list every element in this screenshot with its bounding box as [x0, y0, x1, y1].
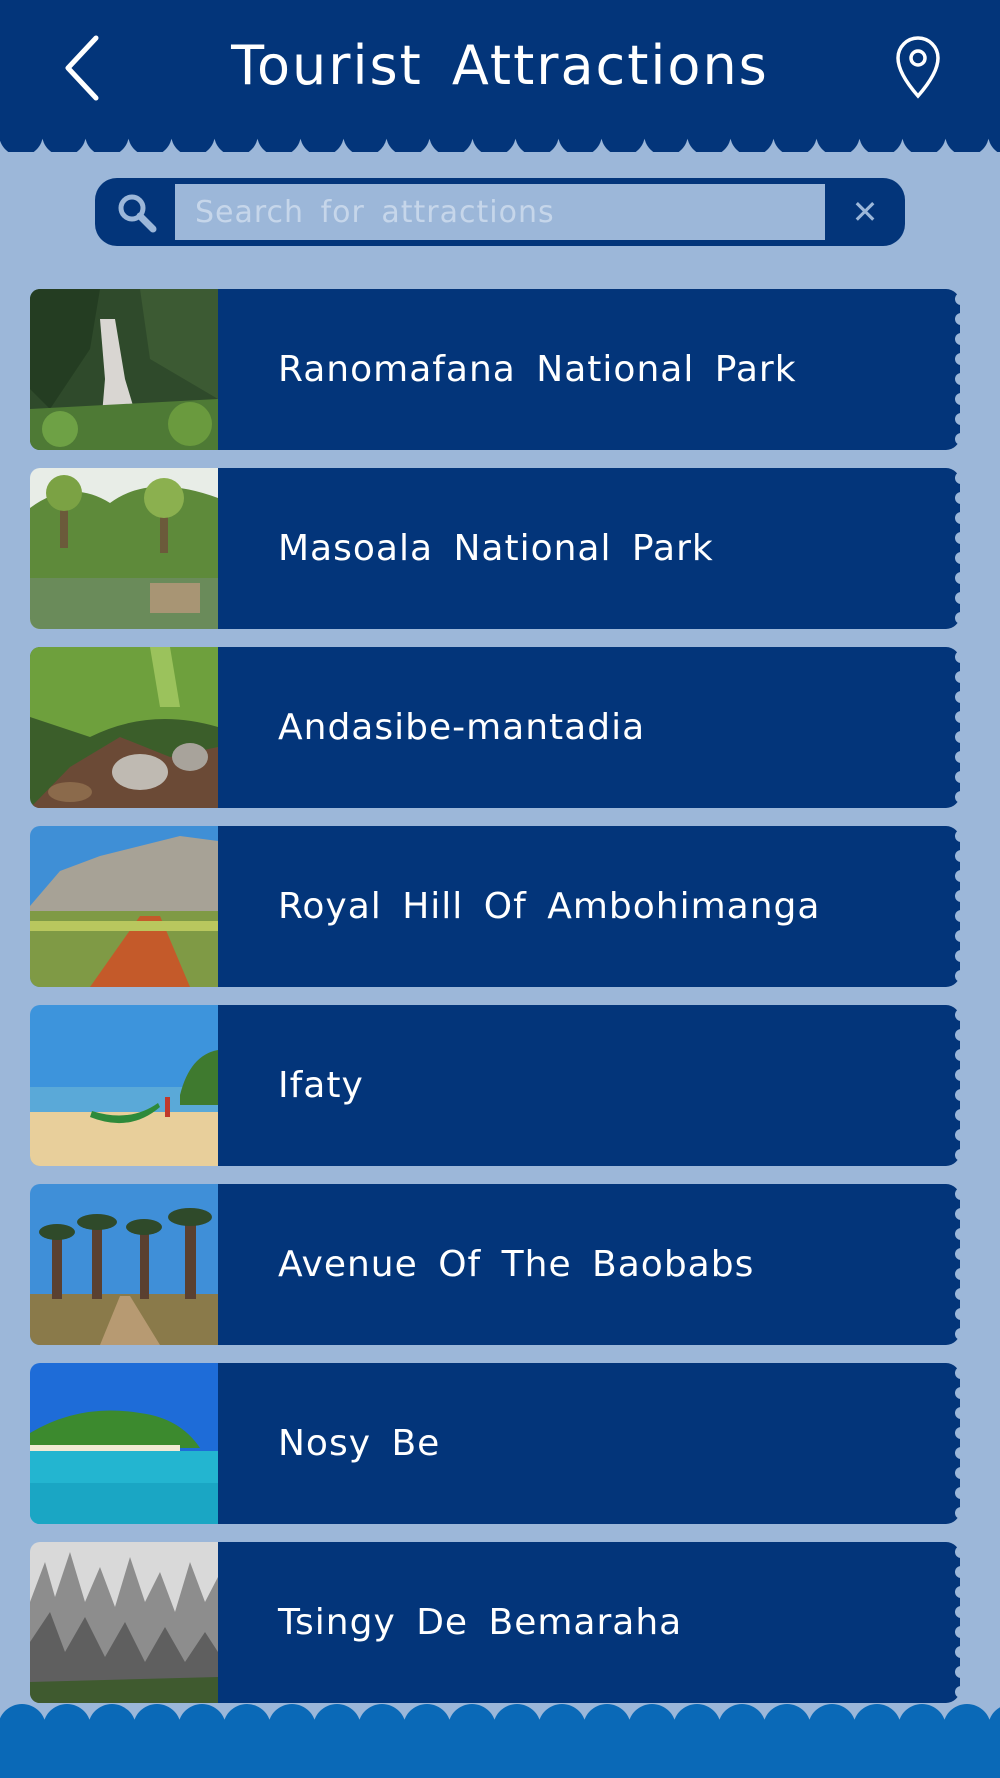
attraction-name: Ranomafana National Park [278, 349, 797, 390]
attraction-thumbnail [30, 468, 218, 629]
attraction-name: Ifaty [278, 1065, 364, 1106]
attraction-item[interactable]: Ifaty [30, 1005, 961, 1166]
attraction-card: Nosy Be [218, 1363, 961, 1524]
attraction-item[interactable]: Nosy Be [30, 1363, 961, 1524]
scalloped-edge [955, 651, 961, 803]
attraction-card: Tsingy De Bemaraha [218, 1542, 961, 1703]
attraction-thumbnail [30, 1005, 218, 1166]
search-bar: ✕ [95, 178, 905, 246]
attraction-thumbnail [30, 647, 218, 808]
location-button[interactable] [890, 34, 946, 100]
attraction-name: Tsingy De Bemaraha [278, 1602, 683, 1643]
scalloped-edge [955, 1188, 961, 1340]
attraction-thumbnail [30, 1363, 218, 1524]
clear-search-button[interactable]: ✕ [840, 192, 890, 232]
attraction-card: Avenue Of The Baobabs [218, 1184, 961, 1345]
app-header: Tourist Attractions [0, 0, 1000, 134]
footer-bar [0, 1722, 1000, 1778]
attraction-name: Andasibe-mantadia [278, 707, 646, 748]
scalloped-edge [955, 1367, 961, 1519]
attraction-name: Royal Hill Of Ambohimanga [278, 886, 821, 927]
map-pin-icon [896, 36, 940, 99]
attraction-item[interactable]: Ranomafana National Park [30, 289, 961, 450]
attraction-item[interactable]: Avenue Of The Baobabs [30, 1184, 961, 1345]
attraction-item[interactable]: Tsingy De Bemaraha [30, 1542, 961, 1703]
attraction-card: Andasibe-mantadia [218, 647, 961, 808]
scalloped-edge [955, 830, 961, 982]
attraction-name: Masoala National Park [278, 528, 714, 569]
attraction-item[interactable]: Masoala National Park [30, 468, 961, 629]
attraction-name: Nosy Be [278, 1423, 441, 1464]
attraction-thumbnail [30, 826, 218, 987]
attraction-card: Ranomafana National Park [218, 289, 961, 450]
scalloped-edge [955, 1546, 961, 1698]
page-title: Tourist Attractions [231, 34, 769, 97]
search-input[interactable] [175, 184, 825, 240]
attraction-thumbnail [30, 1184, 218, 1345]
footer-scallop-edge [0, 1704, 1000, 1724]
attraction-name: Avenue Of The Baobabs [278, 1244, 755, 1285]
attraction-thumbnail [30, 289, 218, 450]
attraction-thumbnail [30, 1542, 218, 1703]
scalloped-edge [955, 293, 961, 445]
attraction-card: Masoala National Park [218, 468, 961, 629]
attraction-card: Royal Hill Of Ambohimanga [218, 826, 961, 987]
attraction-card: Ifaty [218, 1005, 961, 1166]
attraction-item[interactable]: Andasibe-mantadia [30, 647, 961, 808]
scalloped-edge [955, 1009, 961, 1161]
magnifier-icon [118, 194, 157, 233]
attraction-item[interactable]: Royal Hill Of Ambohimanga [30, 826, 961, 987]
scalloped-edge [955, 472, 961, 624]
header-scallop-edge [0, 134, 1000, 152]
